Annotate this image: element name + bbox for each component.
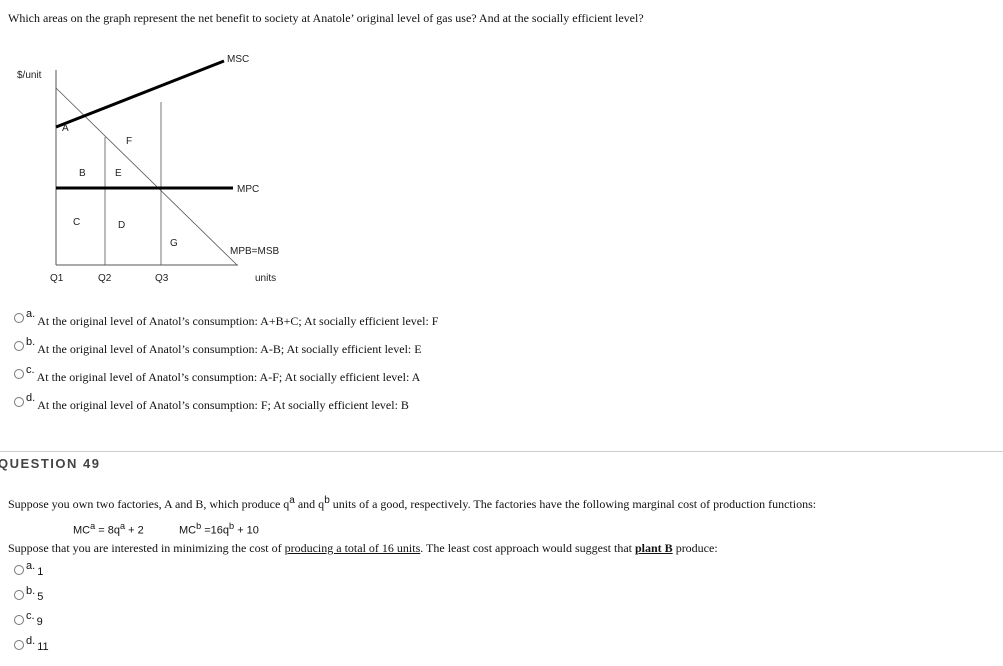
divider [0,451,1003,452]
tick-q1: Q1 [50,273,64,284]
x-axis-label: units [255,273,276,284]
question-49-intro: Suppose you own two factories, A and B, … [8,495,817,511]
mpb-msb-label: MPB=MSB [230,246,280,257]
option-text: 9 [36,616,43,628]
option-text: 5 [37,591,44,603]
option-text: At the original level of Anatol’s consum… [36,370,421,384]
q48-option-b[interactable]: b. At the original level of Anatol’s cons… [14,336,422,356]
msc-curve [55,59,225,129]
area-d: D [118,220,125,231]
option-letter: c. [26,610,35,622]
area-e: E [115,168,122,179]
q49-option-b[interactable]: b. 5 [14,585,44,603]
option-letter: b. [26,585,36,597]
radio-button[interactable] [14,341,24,351]
option-letter: a. [26,560,36,572]
q49-option-a[interactable]: a. 1 [14,560,44,578]
option-letter: a. [26,308,36,320]
question-49-prompt: Suppose that you are interested in minim… [8,541,718,555]
radio-button[interactable] [14,397,24,407]
radio-button[interactable] [14,565,24,575]
option-text: 11 [37,641,49,653]
option-text: At the original level of Anatol’s consum… [37,342,422,356]
area-g: G [170,238,178,249]
option-text: At the original level of Anatol’s consum… [37,398,409,412]
q48-option-c[interactable]: c. At the original level of Anatol’s cons… [14,364,421,384]
q48-option-a[interactable]: a. At the original level of Anatol’s cons… [14,308,439,328]
option-letter: d. [26,635,36,647]
option-text: 1 [37,566,44,578]
option-letter: b. [26,336,36,348]
mc-b-equation: MCb =16qb + 10 [179,521,259,537]
q49-option-d[interactable]: d. 11 [14,635,49,653]
tick-q3: Q3 [155,273,169,284]
radio-button[interactable] [14,640,24,650]
question-48-prompt: Which areas on the graph represent the n… [8,11,644,25]
area-c: C [73,217,80,228]
area-b: B [79,168,86,179]
msc-label: MSC [227,54,249,65]
mc-a-equation: MCa = 8qa + 2 [73,521,144,537]
radio-button[interactable] [14,369,24,379]
externality-graph: $/unit units MSC MPC MPB=MSB A B C D E F… [17,54,280,284]
q48-option-d[interactable]: d. At the original level of Anatol’s cons… [14,392,409,412]
tick-q2: Q2 [98,273,112,284]
radio-button[interactable] [14,313,24,323]
question-49-header: QUESTION 49 [0,456,101,471]
mpc-label: MPC [237,184,259,195]
y-axis-label: $/unit [17,70,42,81]
option-letter: d. [26,392,36,404]
q49-option-c[interactable]: c. 9 [14,610,43,628]
radio-button[interactable] [14,615,24,625]
option-letter: c. [26,364,35,376]
area-f: F [126,136,132,147]
option-text: At the original level of Anatol’s consum… [37,314,439,328]
area-a: A [62,123,69,134]
radio-button[interactable] [14,590,24,600]
